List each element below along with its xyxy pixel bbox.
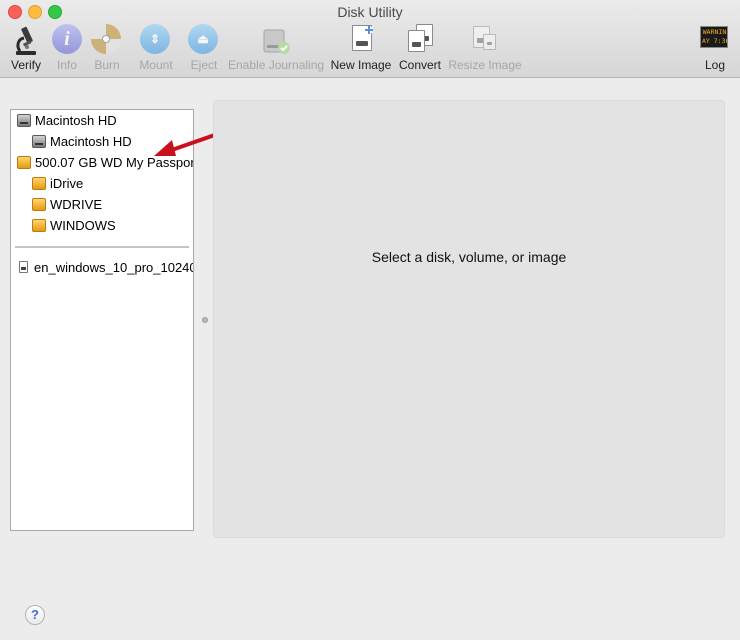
volume-list-item-label: WINDOWS [50, 217, 116, 233]
volume-list-item-label: Macintosh HD [50, 133, 132, 149]
log-button[interactable]: WARNIN AY 7:36 Log [700, 24, 730, 74]
disk-image-icon [19, 261, 28, 273]
external-disk-icon [17, 155, 31, 169]
burn-button[interactable]: Burn [90, 24, 124, 74]
volume-list-item[interactable]: WDRIVE [11, 194, 193, 214]
convert-button[interactable]: Convert [397, 24, 443, 74]
info-label: Info [56, 58, 77, 72]
microscope-icon [10, 24, 42, 56]
disk-image-list-item-label: en_windows_10_pro_10240 [34, 259, 194, 275]
volume-list-item[interactable]: WINDOWS [11, 215, 193, 235]
burn-label: Burn [94, 58, 120, 72]
resize-image-icon [469, 24, 501, 56]
convert-icon [404, 24, 436, 56]
new-image-label: New Image [330, 58, 392, 72]
info-icon: i [52, 24, 84, 56]
detail-pane: Select a disk, volume, or image [213, 100, 725, 538]
new-image-icon [345, 24, 377, 56]
mount-icon: ⇕ [140, 24, 172, 56]
convert-label: Convert [398, 58, 442, 72]
log-icon-line-1: WARNIN [702, 28, 727, 36]
eject-button[interactable]: ⏏ Eject [186, 24, 222, 74]
external-volume-icon [32, 218, 46, 232]
verify-button[interactable]: Verify [8, 24, 44, 74]
toolbar: Disk Utility Verify i Info Burn ⇕ Mount … [0, 0, 740, 78]
external-volume-icon [32, 197, 46, 211]
verify-label: Verify [10, 58, 41, 72]
split-view-handle[interactable] [202, 317, 208, 323]
info-button[interactable]: i Info [52, 24, 82, 74]
eject-label: Eject [190, 58, 218, 72]
resize-image-button[interactable]: Resize Image [448, 24, 522, 74]
burn-disc-icon [91, 24, 123, 56]
volume-list-item-label: WDRIVE [50, 196, 102, 212]
enable-journaling-label: Enable Journaling [228, 58, 325, 72]
detail-placeholder-text: Select a disk, volume, or image [371, 249, 567, 265]
external-volume-icon [32, 176, 46, 190]
mount-button[interactable]: ⇕ Mount [136, 24, 176, 74]
volume-list-item[interactable]: iDrive [11, 173, 193, 193]
new-image-button[interactable]: New Image [330, 24, 392, 74]
disk-list[interactable]: Macintosh HD Macintosh HD 500.07 GB WD M… [10, 109, 194, 531]
console-log-icon: WARNIN AY 7:36 [700, 24, 732, 56]
disk-utility-window: Disk Utility Verify i Info Burn ⇕ Mount … [0, 0, 740, 640]
enable-journaling-button[interactable]: Enable Journaling [228, 24, 324, 74]
disk-image-list-item[interactable]: en_windows_10_pro_10240 [11, 257, 194, 277]
help-button[interactable]: ? [25, 605, 45, 625]
disk-list-item-label: Macintosh HD [35, 112, 117, 128]
internal-disk-icon [17, 113, 31, 127]
journaling-disk-icon [260, 24, 292, 56]
mount-label: Mount [139, 58, 173, 72]
log-label: Log [704, 58, 726, 72]
volume-list-item-label: iDrive [50, 175, 84, 191]
list-divider [15, 246, 189, 248]
internal-volume-icon [32, 134, 46, 148]
window-title: Disk Utility [337, 4, 403, 20]
resize-image-label: Resize Image [448, 58, 522, 72]
eject-icon: ⏏ [188, 24, 220, 56]
log-icon-line-2: AY 7:36 [702, 37, 728, 45]
